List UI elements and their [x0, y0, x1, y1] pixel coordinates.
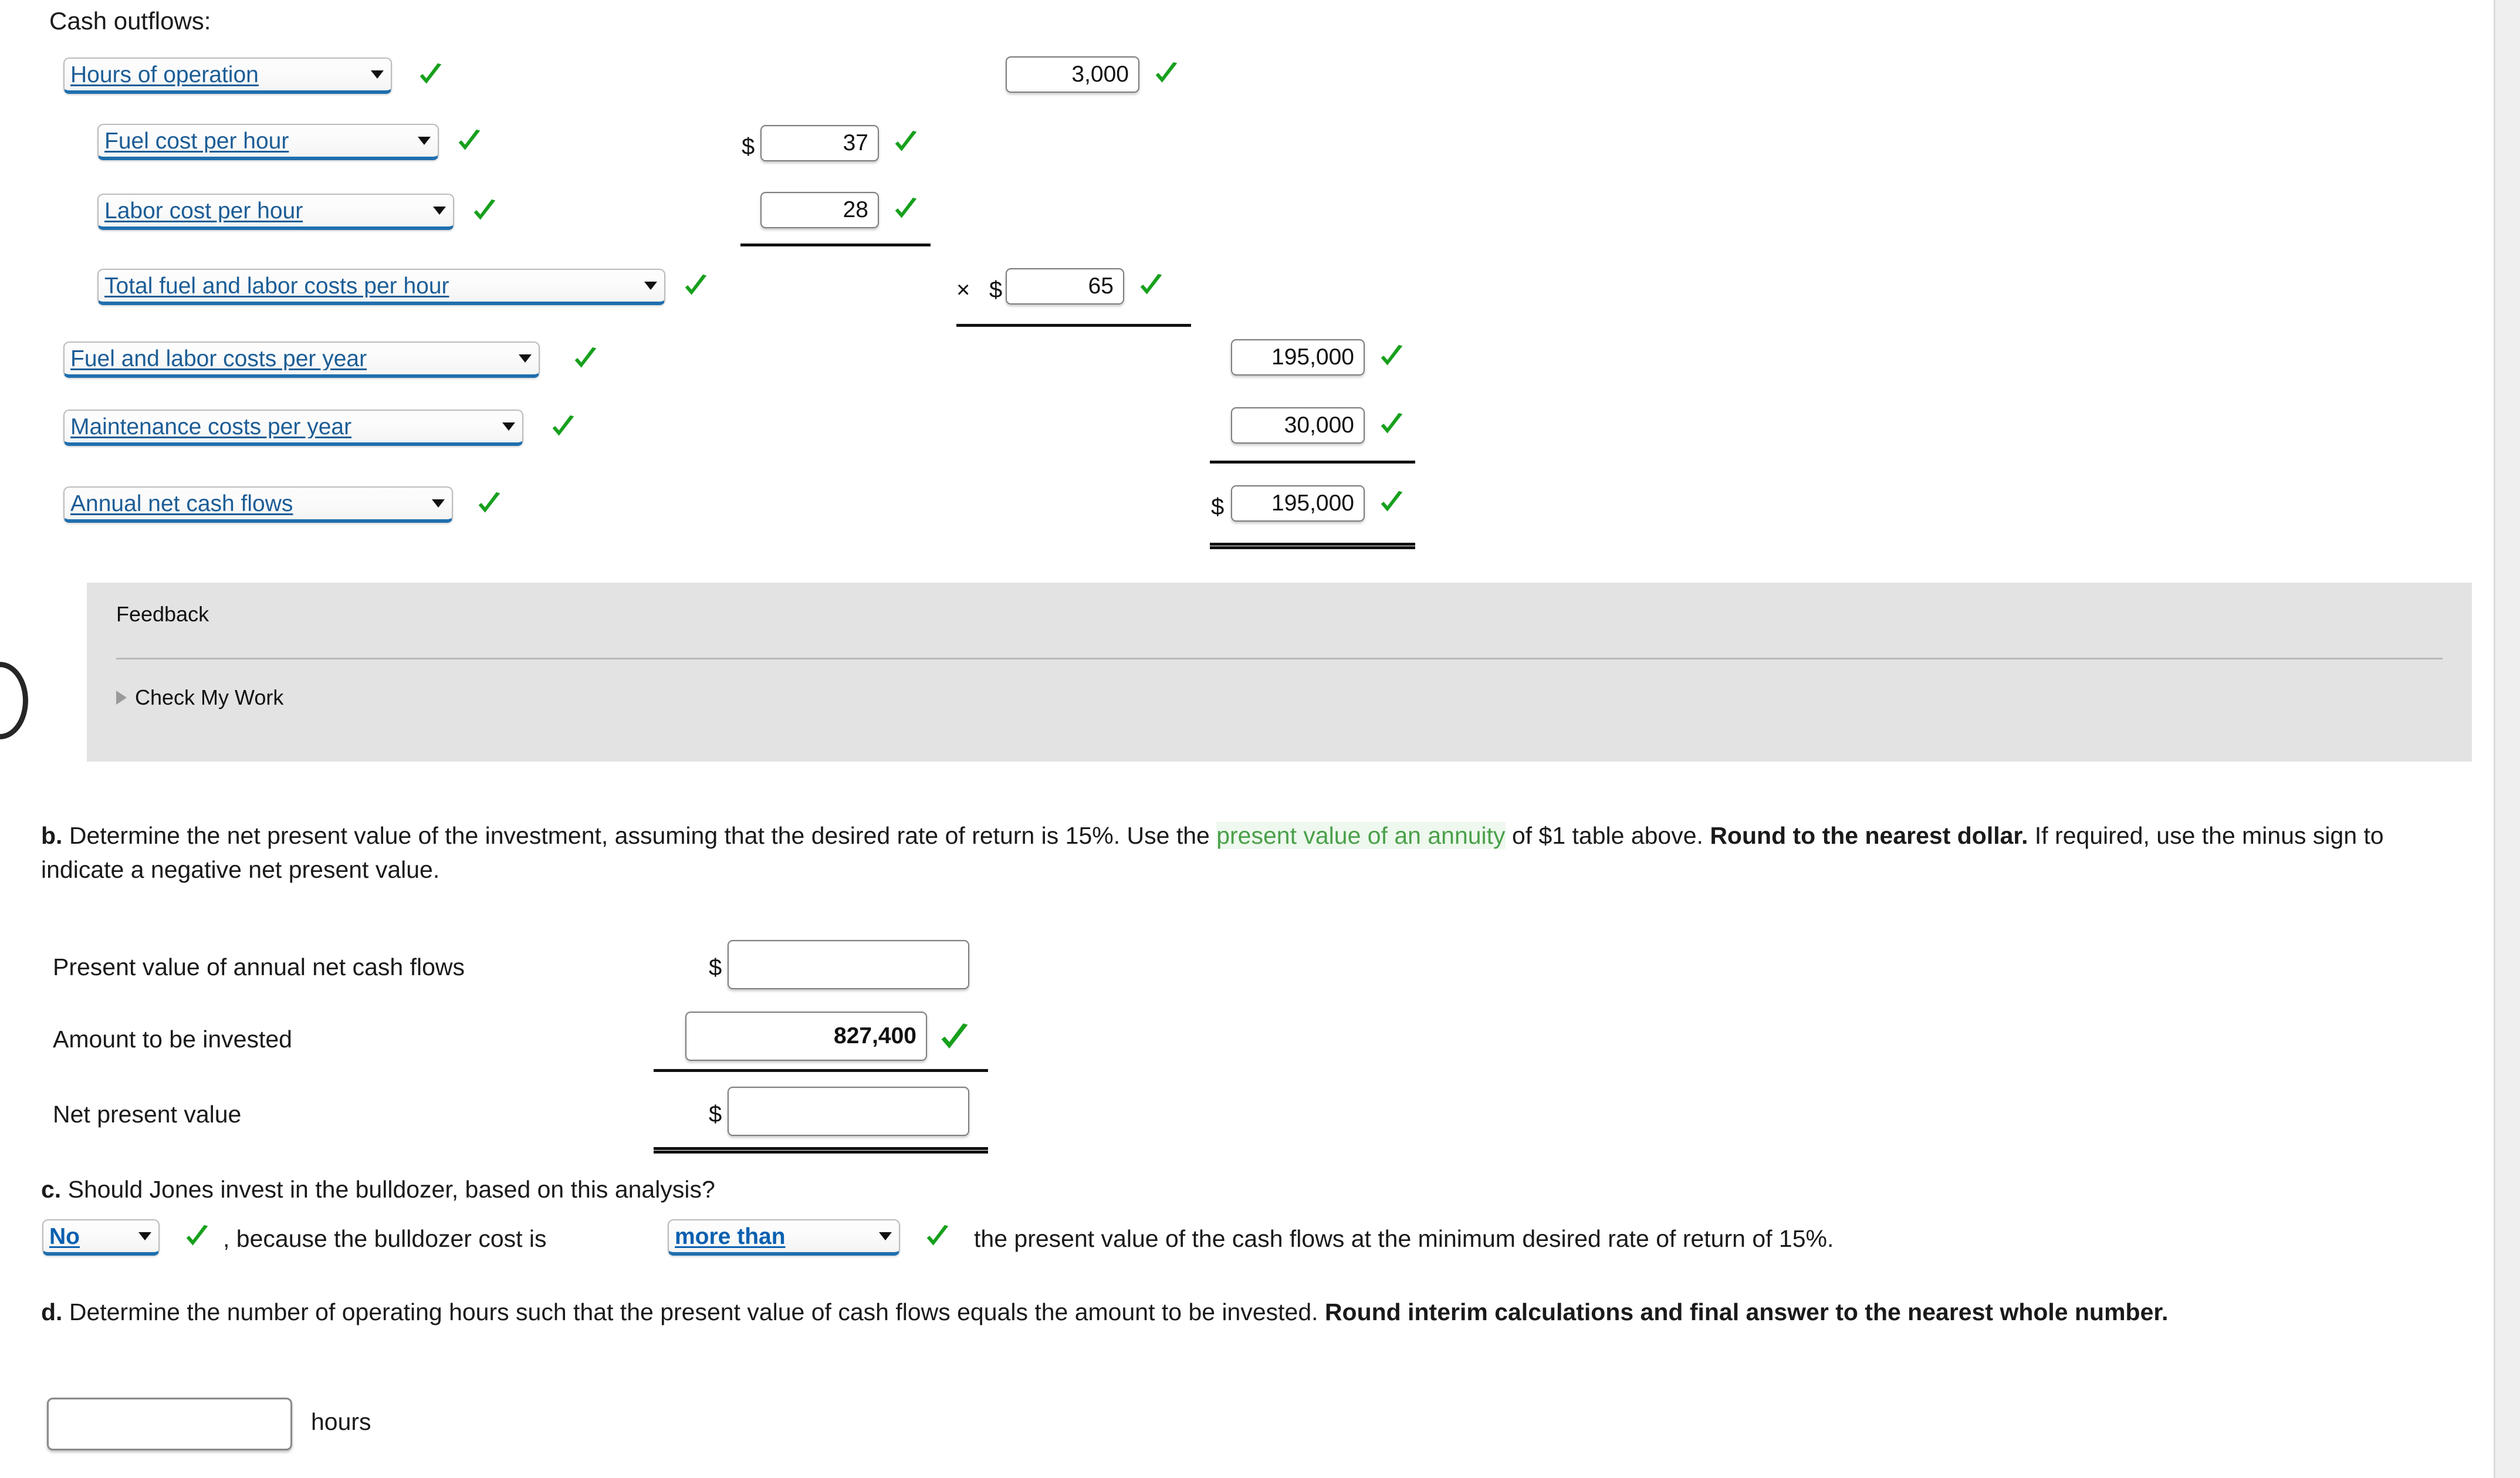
input-amount-to-be-invested[interactable]: 827,400	[685, 1012, 927, 1061]
check-icon	[573, 345, 598, 373]
section-heading: Cash outflows:	[49, 7, 211, 35]
dropdown-should-invest-answer[interactable]: No	[42, 1219, 160, 1256]
part-d-instructions: d. Determine the number of operating hou…	[41, 1295, 2423, 1329]
total-rule-annual-net	[1210, 543, 1415, 549]
dropdown-total-fuel-and-labor-costs-per-hour-label: Total fuel and labor costs per hour	[104, 274, 449, 297]
check-icon	[1379, 489, 1405, 517]
check-icon	[1138, 272, 1164, 300]
currency-symbol-annual-net: $	[1211, 494, 1225, 520]
check-icon	[476, 490, 502, 518]
input-operating-hours[interactable]	[47, 1398, 292, 1450]
currency-symbol-total-hourly: $	[989, 277, 1003, 303]
subtotal-rule-part-b	[654, 1069, 988, 1072]
chevron-down-icon	[519, 354, 532, 363]
feedback-panel: Feedback Check My Work	[87, 583, 2472, 762]
currency-symbol-npv: $	[709, 1101, 722, 1127]
subtotal-rule-annual	[1210, 461, 1415, 464]
check-icon	[893, 128, 919, 157]
input-total-fuel-and-labor-costs-per-hour[interactable]: 65	[1006, 268, 1124, 305]
divider	[116, 658, 2443, 659]
input-fuel-and-labor-costs-per-year[interactable]: 195,000	[1231, 339, 1365, 376]
dropdown-fuel-and-labor-costs-per-year[interactable]: Fuel and labor costs per year	[63, 341, 540, 378]
chevron-down-icon	[433, 207, 446, 215]
part-c-tail-text: the present value of the cash flows at t…	[974, 1225, 1834, 1252]
chevron-down-icon	[644, 282, 657, 290]
chevron-down-icon	[879, 1232, 892, 1240]
label-amount-to-be-invested: Amount to be invested	[53, 1026, 292, 1053]
dropdown-cost-comparison-label: more than	[675, 1225, 786, 1248]
check-icon	[550, 413, 576, 441]
check-icon	[683, 272, 709, 300]
input-present-value-of-annual-net-cash-flows[interactable]	[728, 940, 969, 989]
chevron-down-icon	[502, 422, 515, 431]
present-value-annuity-link[interactable]: present value of an annuity	[1216, 822, 1506, 849]
chevron-down-icon	[371, 70, 384, 79]
check-icon	[893, 195, 919, 224]
vertical-scrollbar[interactable]	[2494, 0, 2520, 1478]
input-labor-cost-per-hour[interactable]: 28	[760, 192, 879, 228]
part-c-marker: c.	[41, 1176, 62, 1203]
input-fuel-cost-per-hour[interactable]: 37	[760, 125, 879, 161]
dropdown-annual-net-cash-flows-label: Annual net cash flows	[70, 492, 293, 515]
chevron-down-icon	[418, 137, 431, 145]
part-b-text-1: Determine the net present value of the i…	[62, 822, 1217, 849]
dropdown-cost-comparison[interactable]: more than	[668, 1219, 900, 1256]
dropdown-should-invest-answer-label: No	[49, 1225, 80, 1248]
part-c-question: c. Should Jones invest in the bulldozer,…	[41, 1172, 2447, 1206]
dropdown-labor-cost-per-hour-label: Labor cost per hour	[104, 199, 303, 222]
label-present-value-of-annual-net-cash-flows: Present value of annual net cash flows	[53, 953, 465, 980]
total-rule-part-b	[654, 1147, 988, 1154]
check-icon	[925, 1223, 951, 1251]
dropdown-hours-of-operation[interactable]: Hours of operation	[63, 58, 392, 94]
chevron-down-icon	[432, 499, 445, 508]
part-d-text-1: Determine the number of operating hours …	[62, 1298, 1325, 1325]
input-annual-net-cash-flows[interactable]: 195,000	[1231, 485, 1365, 522]
dropdown-hours-of-operation-label: Hours of operation	[70, 63, 259, 86]
check-icon	[418, 61, 444, 89]
part-b-bold-1: Round to the nearest dollar.	[1710, 822, 2028, 849]
check-icon	[184, 1223, 210, 1251]
part-d-marker: d.	[41, 1298, 63, 1325]
input-hours-of-operation[interactable]: 3,000	[1006, 56, 1139, 93]
currency-symbol-fuel: $	[742, 134, 755, 160]
multiply-operator: ×	[956, 277, 970, 303]
label-net-present-value: Net present value	[53, 1101, 242, 1128]
part-b-marker: b.	[41, 822, 63, 849]
check-icon	[472, 197, 498, 225]
chevron-down-icon	[138, 1232, 151, 1240]
check-icon	[1379, 343, 1405, 371]
dropdown-total-fuel-and-labor-costs-per-hour[interactable]: Total fuel and labor costs per hour	[97, 269, 665, 305]
feedback-title: Feedback	[116, 602, 209, 626]
input-maintenance-costs-per-year[interactable]: 30,000	[1231, 407, 1365, 444]
check-my-work-label: Check My Work	[135, 685, 284, 709]
dropdown-labor-cost-per-hour[interactable]: Labor cost per hour	[97, 194, 454, 230]
part-d-bold-1: Round interim calculations and final ans…	[1324, 1298, 2169, 1325]
check-icon	[456, 127, 482, 155]
hours-unit-label: hours	[311, 1408, 371, 1435]
part-c-question-text: Should Jones invest in the bulldozer, ba…	[61, 1176, 715, 1203]
check-icon	[1379, 411, 1405, 439]
input-net-present-value[interactable]	[728, 1087, 969, 1136]
currency-symbol-pv-annual: $	[709, 955, 722, 980]
dropdown-annual-net-cash-flows[interactable]: Annual net cash flows	[63, 486, 453, 523]
dropdown-maintenance-costs-per-year-label: Maintenance costs per year	[70, 415, 352, 438]
check-my-work-toggle[interactable]: Check My Work	[116, 685, 283, 710]
dropdown-fuel-and-labor-costs-per-year-label: Fuel and labor costs per year	[70, 347, 367, 370]
part-b-text-2: of $1 table above.	[1505, 822, 1710, 849]
part-b-instructions: b. Determine the net present value of th…	[41, 819, 2447, 887]
subtotal-rule-annual-product	[956, 324, 1191, 327]
check-icon	[939, 1021, 970, 1055]
part-c-middle-text: , because the bulldozer cost is	[223, 1225, 547, 1252]
dropdown-maintenance-costs-per-year[interactable]: Maintenance costs per year	[63, 410, 523, 446]
check-icon	[1154, 60, 1179, 88]
annotation-ring	[0, 662, 28, 739]
dropdown-fuel-cost-per-hour[interactable]: Fuel cost per hour	[97, 124, 439, 160]
subtotal-rule-hourly	[740, 243, 931, 246]
dropdown-fuel-cost-per-hour-label: Fuel cost per hour	[104, 129, 289, 153]
disclosure-triangle-icon	[116, 691, 127, 705]
